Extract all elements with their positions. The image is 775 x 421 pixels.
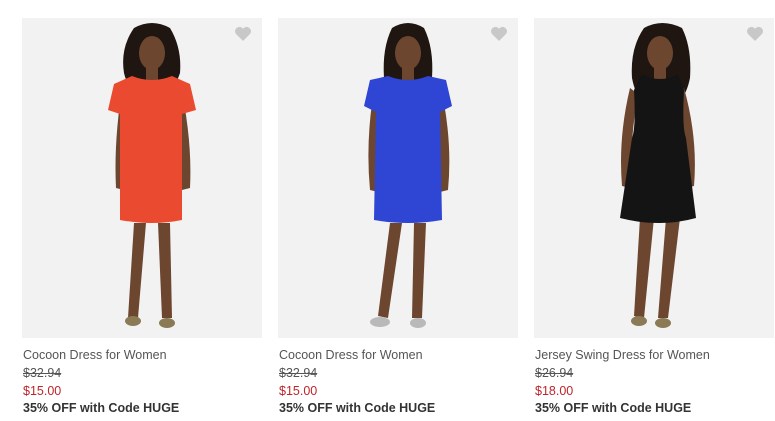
sale-price: $15.00 bbox=[23, 384, 62, 398]
product-card[interactable]: Cocoon Dress for Women $32.94 $15.00 35%… bbox=[22, 0, 262, 415]
product-image[interactable] bbox=[278, 18, 518, 338]
product-card[interactable]: Cocoon Dress for Women $32.94 $15.00 35%… bbox=[278, 0, 518, 415]
sale-price: $18.00 bbox=[535, 384, 574, 398]
original-price: $32.94 bbox=[279, 366, 318, 380]
product-image[interactable] bbox=[22, 18, 262, 338]
sale-price: $15.00 bbox=[279, 384, 318, 398]
heart-icon[interactable] bbox=[490, 26, 508, 42]
product-image[interactable] bbox=[534, 18, 774, 338]
product-name[interactable]: Cocoon Dress for Women bbox=[23, 348, 167, 362]
heart-icon[interactable] bbox=[746, 26, 764, 42]
product-card[interactable]: Jersey Swing Dress for Women $26.94 $18.… bbox=[534, 0, 774, 415]
heart-icon[interactable] bbox=[234, 26, 252, 42]
product-name[interactable]: Cocoon Dress for Women bbox=[279, 348, 423, 362]
product-grid: Cocoon Dress for Women $32.94 $15.00 35%… bbox=[0, 0, 775, 421]
promo-text: 35% OFF with Code HUGE bbox=[23, 401, 180, 415]
promo-text: 35% OFF with Code HUGE bbox=[535, 401, 692, 415]
original-price: $26.94 bbox=[535, 366, 574, 380]
product-name[interactable]: Jersey Swing Dress for Women bbox=[535, 348, 710, 362]
original-price: $32.94 bbox=[23, 366, 62, 380]
promo-text: 35% OFF with Code HUGE bbox=[279, 401, 436, 415]
